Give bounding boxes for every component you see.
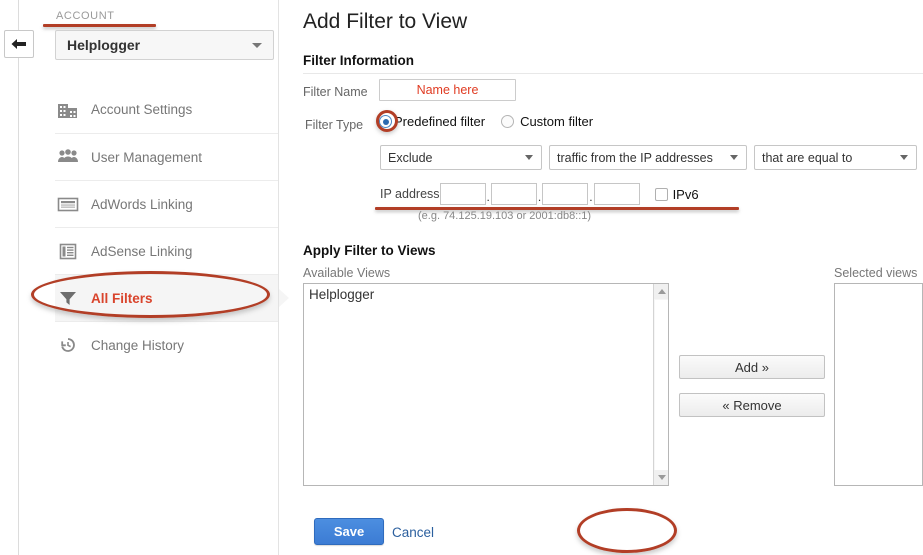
filter-name-input[interactable] xyxy=(379,79,516,101)
history-clock-icon xyxy=(57,336,91,354)
ip-address-hint: (e.g. 74.125.19.103 or 2001:db8::1) xyxy=(418,210,592,222)
radio-custom-filter-label: Custom filter xyxy=(520,114,594,129)
ip-octet-4[interactable] xyxy=(593,183,640,205)
ipv6-checkbox[interactable] xyxy=(654,187,668,201)
available-views-scrollbar[interactable] xyxy=(653,284,668,485)
funnel-icon xyxy=(57,289,91,307)
main-content: Add Filter to View Filter Information Fi… xyxy=(279,0,923,555)
sidebar-rail-line xyxy=(18,0,19,555)
account-selector[interactable]: Helplogger xyxy=(55,30,274,60)
radio-custom-filter[interactable]: Custom filter xyxy=(501,114,593,129)
account-selector-value: Helplogger xyxy=(67,37,141,53)
sidebar-item-label: All Filters xyxy=(91,290,153,306)
back-button[interactable] xyxy=(4,30,34,58)
account-label: ACCOUNT xyxy=(56,10,115,22)
radio-unselected-icon xyxy=(501,115,515,128)
ip-octet-2[interactable] xyxy=(490,183,537,205)
ipv6-checkbox-row[interactable]: IPv6 xyxy=(654,186,699,202)
filter-action-value: Exclude xyxy=(388,150,433,165)
filter-subject-value: traffic from the IP addresses xyxy=(557,150,713,165)
sidebar-item-label: User Management xyxy=(91,149,203,165)
remove-button[interactable]: « Remove xyxy=(679,393,825,417)
card-icon xyxy=(57,195,91,213)
chevron-down-icon xyxy=(730,155,738,160)
save-button[interactable]: Save xyxy=(314,518,384,545)
account-underline-annotation xyxy=(43,24,156,27)
save-button-highlight-annotation xyxy=(577,508,677,553)
scroll-down-icon[interactable] xyxy=(654,470,668,485)
filter-condition-value: that are equal to xyxy=(762,150,853,165)
chevron-down-icon xyxy=(900,155,908,160)
filter-subject-select[interactable]: traffic from the IP addresses xyxy=(549,145,747,170)
sidebar-item-label: Change History xyxy=(91,337,185,353)
selected-views-label: Selected views xyxy=(834,266,918,280)
radio-selected-icon xyxy=(379,115,392,128)
radio-predefined-filter[interactable]: Predefined filter xyxy=(379,114,485,129)
section-heading-apply-filter-to-views: Apply Filter to Views xyxy=(303,243,436,258)
page-title: Add Filter to View xyxy=(303,10,468,33)
app-root: ACCOUNT Helplogger Account Settings User… xyxy=(0,0,923,555)
sidebar-item-all-filters[interactable]: All Filters xyxy=(55,274,289,321)
ip-address-row: IP address . . . IPv6 xyxy=(380,183,699,205)
sidebar-item-adwords-linking[interactable]: AdWords Linking xyxy=(55,180,279,227)
list-item[interactable]: Helplogger xyxy=(304,284,668,302)
available-views-label: Available Views xyxy=(303,266,391,280)
sidebar-item-account-settings[interactable]: Account Settings xyxy=(55,86,279,133)
filter-condition-select[interactable]: that are equal to xyxy=(754,145,917,170)
building-icon xyxy=(57,101,91,119)
sidebar-item-adsense-linking[interactable]: AdSense Linking xyxy=(55,227,279,274)
chevron-down-icon xyxy=(252,42,262,48)
filter-name-label: Filter Name xyxy=(303,85,368,99)
sidebar-item-change-history[interactable]: Change History xyxy=(55,321,279,368)
ipv6-label: IPv6 xyxy=(672,186,699,202)
sidebar-item-label: AdWords Linking xyxy=(91,196,193,212)
available-views-listbox[interactable]: Helplogger xyxy=(303,283,669,486)
sidebar-item-label: Account Settings xyxy=(91,102,193,117)
sidebar: ACCOUNT Helplogger Account Settings User… xyxy=(0,0,289,555)
back-arrow-icon xyxy=(10,37,28,51)
section-heading-filter-information: Filter Information xyxy=(303,53,414,68)
ip-octet-1[interactable] xyxy=(439,183,486,205)
scroll-up-icon[interactable] xyxy=(654,284,668,299)
sidebar-nav: Account Settings User Management AdWords… xyxy=(55,86,289,368)
section-divider xyxy=(303,73,923,74)
radio-predefined-filter-label: Predefined filter xyxy=(394,114,486,129)
chevron-down-icon xyxy=(525,155,533,160)
scrollbar-thumb[interactable] xyxy=(655,300,668,470)
ip-address-label: IP address xyxy=(380,187,440,201)
filter-type-label: Filter Type xyxy=(305,118,364,132)
sidebar-item-user-management[interactable]: User Management xyxy=(55,133,279,180)
sidebar-item-label: AdSense Linking xyxy=(91,243,193,259)
selected-views-listbox[interactable] xyxy=(834,283,923,486)
list-icon xyxy=(57,242,91,260)
cancel-link[interactable]: Cancel xyxy=(392,525,434,540)
add-button[interactable]: Add » xyxy=(679,355,825,379)
people-icon xyxy=(57,148,91,166)
filter-type-radio-group: Predefined filter Custom filter xyxy=(379,114,593,129)
filter-action-select[interactable]: Exclude xyxy=(380,145,542,170)
ip-octet-3[interactable] xyxy=(542,183,589,205)
